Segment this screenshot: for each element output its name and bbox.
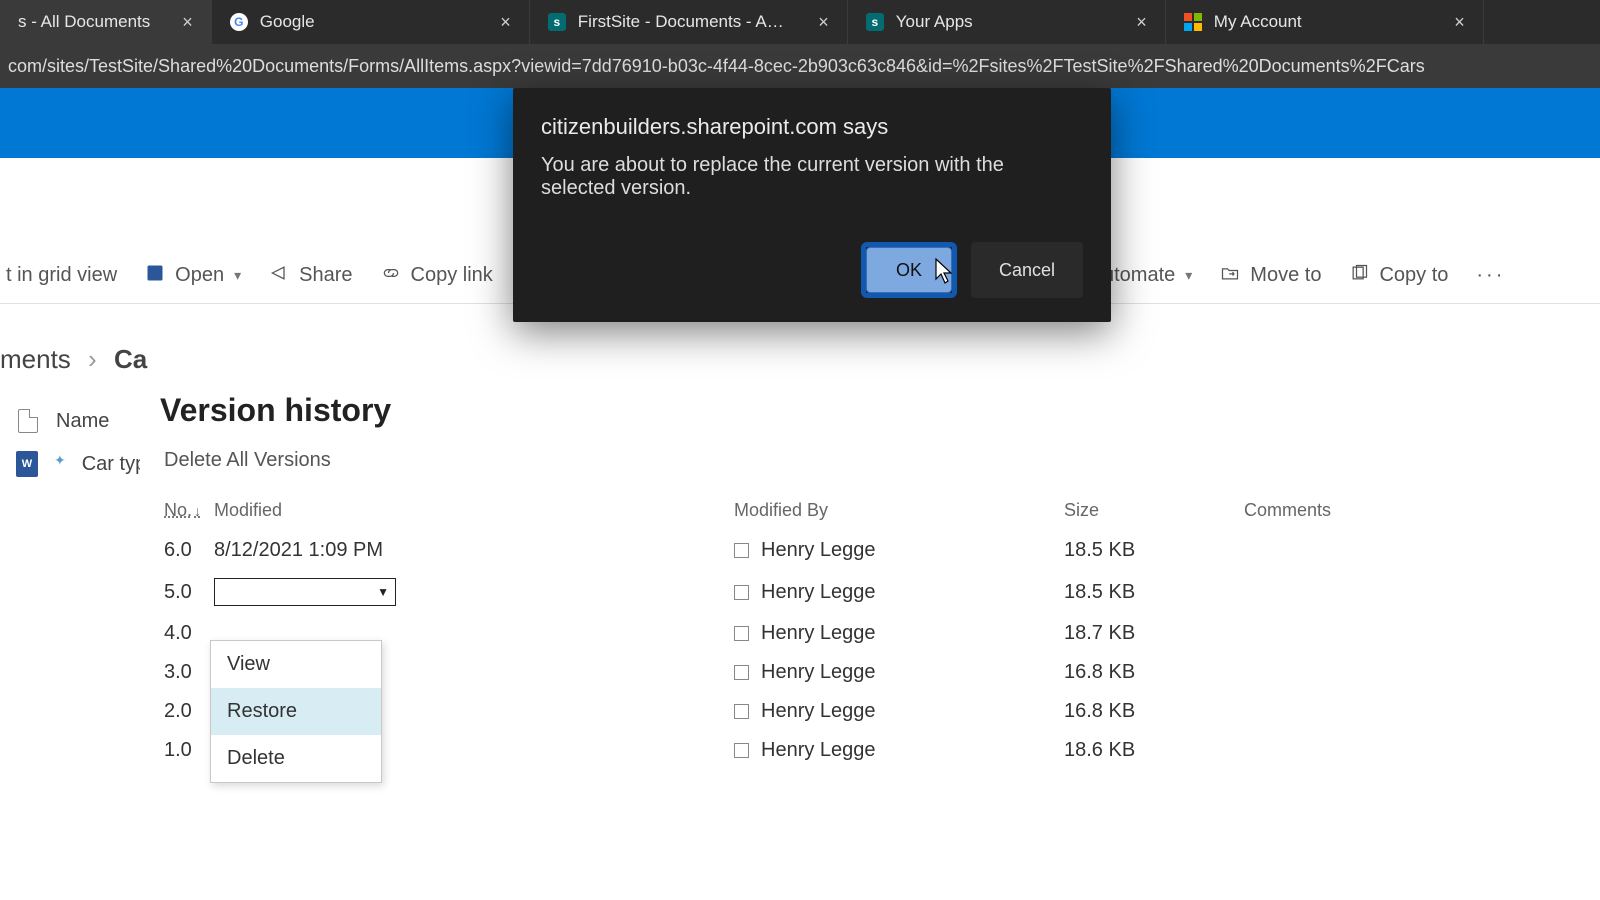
version-modified-link[interactable]: 8/12/2021 1:09 PM [214,539,383,561]
tab-title: FirstSite - Documents - All Docu [578,12,786,32]
chevron-down-icon: ▼ [377,585,389,599]
close-icon[interactable]: × [480,12,511,33]
version-dropdown[interactable]: ▼ [214,578,396,606]
version-size: 18.5 KB [1064,581,1244,604]
version-by: Henry Legge [761,539,876,562]
version-no: 6.0 [164,539,214,562]
label: t in grid view [6,264,117,287]
close-icon[interactable]: × [1116,12,1147,33]
file-name: Car typ [82,453,146,476]
panel-title: Version history [140,392,1600,449]
version-by: Henry Legge [761,739,876,762]
tab-1[interactable]: G Google × [212,0,530,44]
presence-icon [734,543,749,558]
presence-icon [734,665,749,680]
label: Copy link [411,264,493,287]
new-indicator-icon: ✦ [54,452,66,469]
presence-icon [734,704,749,719]
more-button[interactable]: ··· [1476,264,1505,287]
cancel-button[interactable]: Cancel [971,242,1083,298]
col-comments-header[interactable]: Comments [1244,500,1600,521]
name-column-header[interactable]: Name [56,410,109,433]
tab-title: Your Apps [896,12,973,32]
link-icon [381,263,401,289]
version-size: 18.7 KB [1064,622,1244,645]
version-row[interactable]: 5.0 ▼ Henry Legge 18.5 KB [140,570,1600,614]
sharepoint-icon: s [548,13,566,31]
version-size: 18.5 KB [1064,539,1244,562]
confirm-dialog: citizenbuilders.sharepoint.com says You … [513,88,1111,322]
version-context-menu: View Restore Delete [210,640,382,783]
label: Copy to [1379,264,1448,287]
version-by: Henry Legge [761,700,876,723]
microsoft-icon [1184,13,1202,31]
version-size: 18.6 KB [1064,739,1244,762]
share-button[interactable]: Share [269,263,352,289]
tab-title: s - All Documents [18,12,150,32]
dialog-message: You are about to replace the current ver… [541,154,1083,200]
tab-0[interactable]: s - All Documents × [0,0,212,44]
version-by: Henry Legge [761,661,876,684]
tab-3[interactable]: s Your Apps × [848,0,1166,44]
dialog-title: citizenbuilders.sharepoint.com says [541,114,1083,140]
version-table-header: No.↓ Modified Modified By Size Comments [140,500,1600,531]
version-size: 16.8 KB [1064,700,1244,723]
copy-icon [1349,263,1369,289]
col-no-header[interactable]: No. [164,500,192,520]
close-icon[interactable]: × [1434,12,1465,33]
label: Share [299,264,352,287]
delete-all-versions-link[interactable]: Delete All Versions [140,449,331,500]
tab-4[interactable]: My Account × [1166,0,1484,44]
tab-2[interactable]: s FirstSite - Documents - All Docu × [530,0,848,44]
version-no: 3.0 [164,661,214,684]
chevron-right-icon: › [88,344,97,374]
open-button[interactable]: Open ▾ [145,263,241,289]
breadcrumb-current: Ca [114,344,147,374]
move-icon [1220,263,1240,289]
url-text: com/sites/TestSite/Shared%20Documents/Fo… [8,56,1425,77]
version-no: 5.0 [164,581,214,604]
sharepoint-icon: s [866,13,884,31]
sort-desc-icon: ↓ [192,503,201,519]
file-icon [18,409,38,433]
version-by: Henry Legge [761,581,876,604]
version-no: 1.0 [164,739,214,762]
label: Move to [1250,264,1321,287]
close-icon[interactable]: × [162,12,193,33]
browser-tab-strip: s - All Documents × G Google × s FirstSi… [0,0,1600,44]
share-icon [269,263,289,289]
ok-button[interactable]: OK [866,247,952,293]
version-no: 4.0 [164,622,214,645]
copy-to-button[interactable]: Copy to [1349,263,1448,289]
breadcrumb-parent[interactable]: ments [0,344,71,374]
edit-grid-button[interactable]: t in grid view [6,264,117,287]
copy-link-button[interactable]: Copy link [381,263,493,289]
presence-icon [734,585,749,600]
menu-view[interactable]: View [211,641,381,688]
version-no: 2.0 [164,700,214,723]
address-bar[interactable]: com/sites/TestSite/Shared%20Documents/Fo… [0,44,1600,88]
word-icon [145,263,165,289]
move-to-button[interactable]: Move to [1220,263,1321,289]
close-icon[interactable]: × [798,12,829,33]
menu-restore[interactable]: Restore [211,688,381,735]
col-modifiedby-header[interactable]: Modified By [734,500,1064,521]
tab-title: My Account [1214,12,1302,32]
version-by: Henry Legge [761,622,876,645]
word-doc-icon: W [16,451,38,477]
version-row[interactable]: 6.0 8/12/2021 1:09 PM Henry Legge 18.5 K… [140,531,1600,570]
menu-delete[interactable]: Delete [211,735,381,782]
google-icon: G [230,13,248,31]
ok-button-highlight: OK [861,242,957,298]
presence-icon [734,743,749,758]
label: Open [175,264,224,287]
chevron-down-icon: ▾ [234,267,241,284]
version-size: 16.8 KB [1064,661,1244,684]
col-size-header[interactable]: Size [1064,500,1244,521]
chevron-down-icon: ▾ [1185,267,1192,284]
tab-title: Google [260,12,315,32]
col-modified-header[interactable]: Modified [214,500,734,521]
presence-icon [734,626,749,641]
